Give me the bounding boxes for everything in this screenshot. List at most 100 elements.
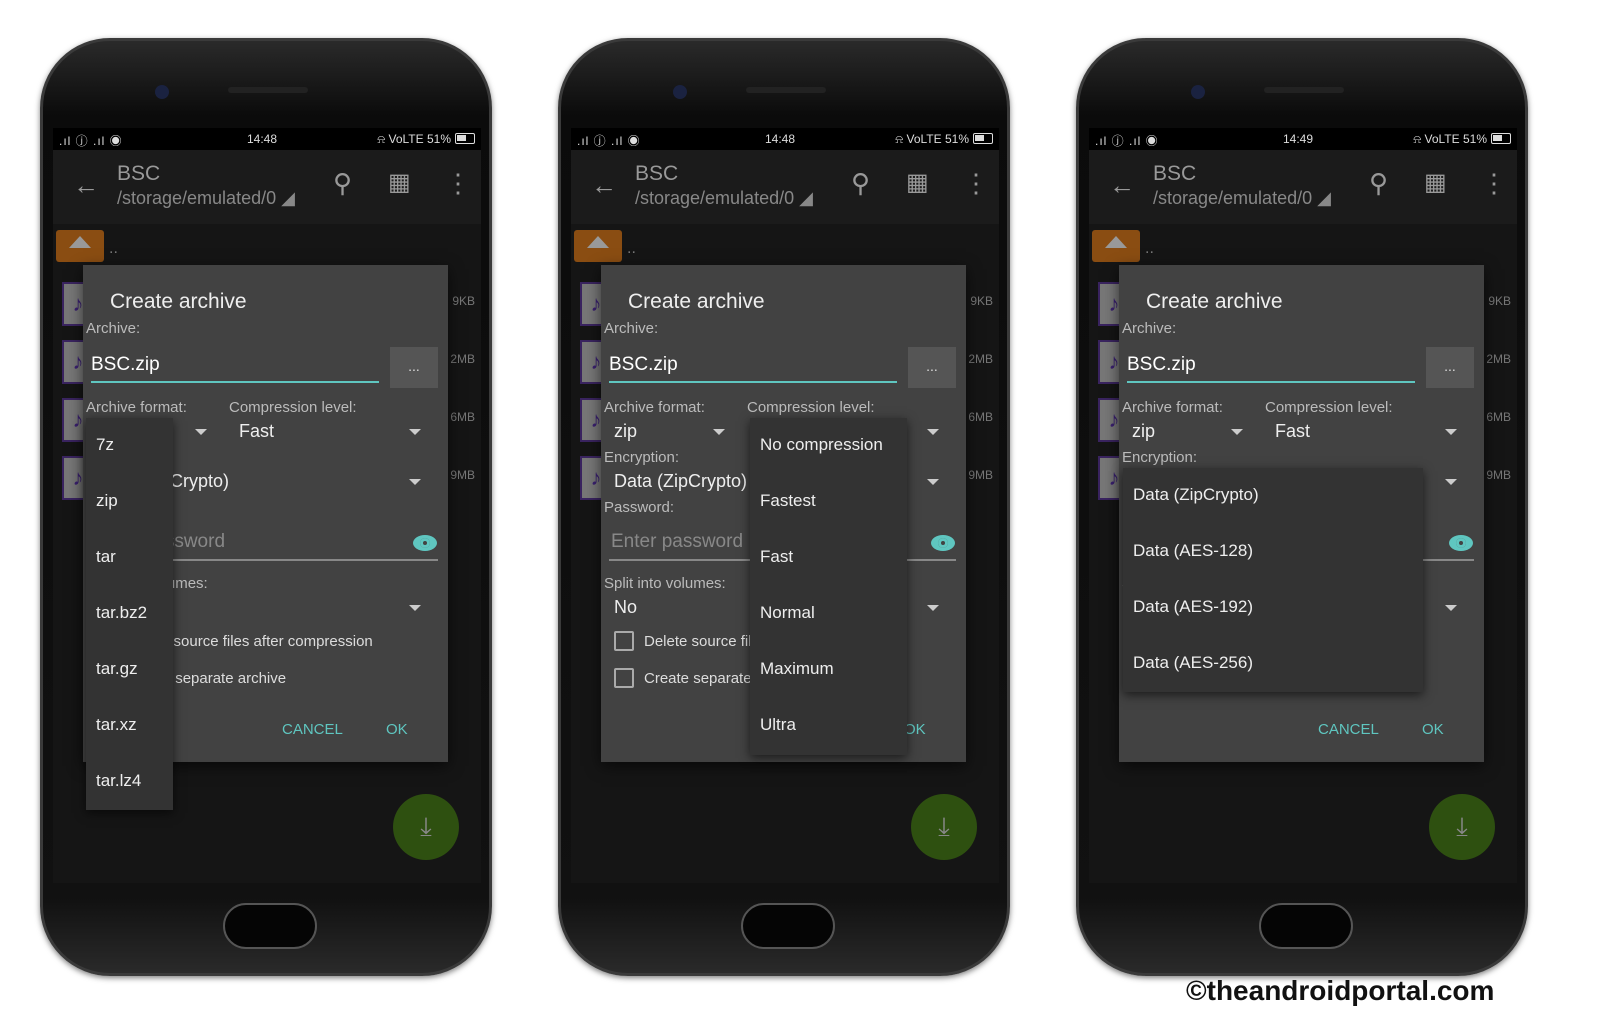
- dropdown-option[interactable]: Fast: [760, 547, 793, 567]
- parent-folder-row[interactable]: ..: [53, 228, 481, 268]
- dropdown-option[interactable]: tar.lz4: [96, 771, 141, 791]
- search-icon[interactable]: ⚲: [1369, 168, 1388, 199]
- password-label: Password:: [604, 499, 675, 516]
- search-icon[interactable]: ⚲: [333, 168, 352, 199]
- separate-archive-checkbox[interactable]: [614, 668, 634, 688]
- signal-icons: .ıl ⓙ .ıl ◉: [1095, 134, 1159, 148]
- signal-icons: .ıl ⓙ .ıl ◉: [577, 134, 641, 148]
- dropdown-option[interactable]: Data (AES-192): [1133, 597, 1253, 617]
- chevron-down-icon[interactable]: [1445, 429, 1457, 435]
- chevron-down-icon[interactable]: [409, 429, 421, 435]
- folder-title: BSC: [635, 162, 679, 185]
- more-vert-icon[interactable]: ⋮: [963, 168, 989, 199]
- file-size: 9KB: [1488, 294, 1511, 308]
- level-select[interactable]: Fast: [1275, 421, 1310, 442]
- dropdown-option[interactable]: tar.bz2: [96, 603, 147, 623]
- earpiece: [1264, 87, 1344, 93]
- format-select[interactable]: zip: [1132, 421, 1155, 442]
- cancel-button[interactable]: CANCEL: [1318, 721, 1379, 738]
- chevron-down-icon[interactable]: [1445, 605, 1457, 611]
- browse-button[interactable]: ...: [1426, 347, 1474, 388]
- dropdown-option[interactable]: Normal: [760, 603, 815, 623]
- grid-icon[interactable]: ▦: [906, 168, 929, 197]
- more-vert-icon[interactable]: ⋮: [1481, 168, 1507, 199]
- folder-path[interactable]: /storage/emulated/0 ◢: [1153, 188, 1331, 209]
- chevron-down-icon[interactable]: [195, 429, 207, 435]
- dropdown-option[interactable]: tar.gz: [96, 659, 138, 679]
- dropdown-option[interactable]: Data (ZipCrypto): [1133, 485, 1259, 505]
- eye-icon[interactable]: [1449, 535, 1473, 551]
- clock: 14:49: [1283, 132, 1314, 146]
- home-button[interactable]: [223, 903, 317, 949]
- chevron-down-icon[interactable]: [927, 605, 939, 611]
- format-label: Archive format:: [1122, 399, 1223, 416]
- extract-fab[interactable]: ⤓: [911, 794, 977, 860]
- dropdown-option[interactable]: Data (AES-256): [1133, 653, 1253, 673]
- grid-icon[interactable]: ▦: [1424, 168, 1447, 197]
- format-select[interactable]: zip: [614, 421, 637, 442]
- parent-folder-row[interactable]: ..: [571, 228, 999, 268]
- browse-button[interactable]: ...: [390, 347, 438, 388]
- archive-name-input[interactable]: BSC.zip: [1127, 351, 1415, 383]
- home-button[interactable]: [1259, 903, 1353, 949]
- chevron-down-icon[interactable]: [713, 429, 725, 435]
- grid-icon[interactable]: ▦: [388, 168, 411, 197]
- file-size: 2MB: [968, 352, 993, 366]
- clock: 14:48: [765, 132, 796, 146]
- search-icon[interactable]: ⚲: [851, 168, 870, 199]
- home-button[interactable]: [741, 903, 835, 949]
- back-arrow-icon[interactable]: ←: [73, 170, 99, 201]
- chevron-down-icon[interactable]: [1231, 429, 1243, 435]
- clock: 14:48: [247, 132, 278, 146]
- parent-label: ..: [627, 240, 636, 257]
- chevron-down-icon[interactable]: [927, 479, 939, 485]
- dropdown-option[interactable]: tar.xz: [96, 715, 137, 735]
- ok-button[interactable]: OK: [1422, 721, 1444, 738]
- dropdown-option[interactable]: zip: [96, 491, 118, 511]
- download-icon: ⤓: [420, 811, 432, 841]
- dropdown-option[interactable]: No compression: [760, 435, 883, 455]
- extract-fab[interactable]: ⤓: [393, 794, 459, 860]
- folder-path[interactable]: /storage/emulated/0 ◢: [635, 188, 813, 209]
- cancel-button[interactable]: CANCEL: [282, 721, 343, 738]
- dropdown-option[interactable]: 7z: [96, 435, 114, 455]
- chevron-down-icon[interactable]: [409, 479, 421, 485]
- dropdown-option[interactable]: Fastest: [760, 491, 816, 511]
- dialog-title: Create archive: [110, 290, 247, 313]
- status-right: ⍾ VoLTE 51%: [1413, 132, 1487, 146]
- status-bar: .ıl ⓙ .ıl ◉ 14:48 ⍾ VoLTE 51%: [53, 128, 481, 150]
- delete-source-checkbox[interactable]: [614, 631, 634, 651]
- file-size: 6MB: [968, 410, 993, 424]
- parent-label: ..: [1145, 240, 1154, 257]
- chevron-down-icon[interactable]: [1445, 479, 1457, 485]
- chevron-down-icon[interactable]: [409, 605, 421, 611]
- level-select[interactable]: Fast: [239, 421, 274, 442]
- folder-title: BSC: [1153, 162, 1197, 185]
- chevron-down-icon[interactable]: [927, 429, 939, 435]
- file-size: 9MB: [1486, 468, 1511, 482]
- screen: .ıl ⓙ .ıl ◉ 14:48 ⍾ VoLTE 51% ← BSC /sto…: [53, 128, 481, 883]
- dropdown-option[interactable]: Data (AES-128): [1133, 541, 1253, 561]
- encryption-select[interactable]: Data (ZipCrypto): [614, 471, 747, 492]
- dropdown-menu-format: 7z zip tar tar.bz2 tar.gz tar.xz tar.lz4: [86, 418, 173, 810]
- more-vert-icon[interactable]: ⋮: [445, 168, 471, 199]
- browse-button[interactable]: ...: [908, 347, 956, 388]
- extract-fab[interactable]: ⤓: [1429, 794, 1495, 860]
- archive-name-input[interactable]: BSC.zip: [609, 351, 897, 383]
- create-archive-dialog: Create archive Archive: BSC.zip ... Arch…: [83, 265, 448, 810]
- ok-button[interactable]: OK: [386, 721, 408, 738]
- split-select[interactable]: No: [614, 597, 637, 618]
- dropdown-option[interactable]: Ultra: [760, 715, 796, 735]
- eye-icon[interactable]: [413, 535, 437, 551]
- file-size: 6MB: [450, 410, 475, 424]
- file-size: 2MB: [450, 352, 475, 366]
- dropdown-option[interactable]: tar: [96, 547, 116, 567]
- archive-name-input[interactable]: BSC.zip: [91, 351, 379, 383]
- folder-path[interactable]: /storage/emulated/0 ◢: [117, 188, 295, 209]
- parent-folder-row[interactable]: ..: [1089, 228, 1517, 268]
- dropdown-option[interactable]: Maximum: [760, 659, 834, 679]
- back-arrow-icon[interactable]: ←: [591, 170, 617, 201]
- back-arrow-icon[interactable]: ←: [1109, 170, 1135, 201]
- ok-button[interactable]: OK: [904, 721, 926, 738]
- eye-icon[interactable]: [931, 535, 955, 551]
